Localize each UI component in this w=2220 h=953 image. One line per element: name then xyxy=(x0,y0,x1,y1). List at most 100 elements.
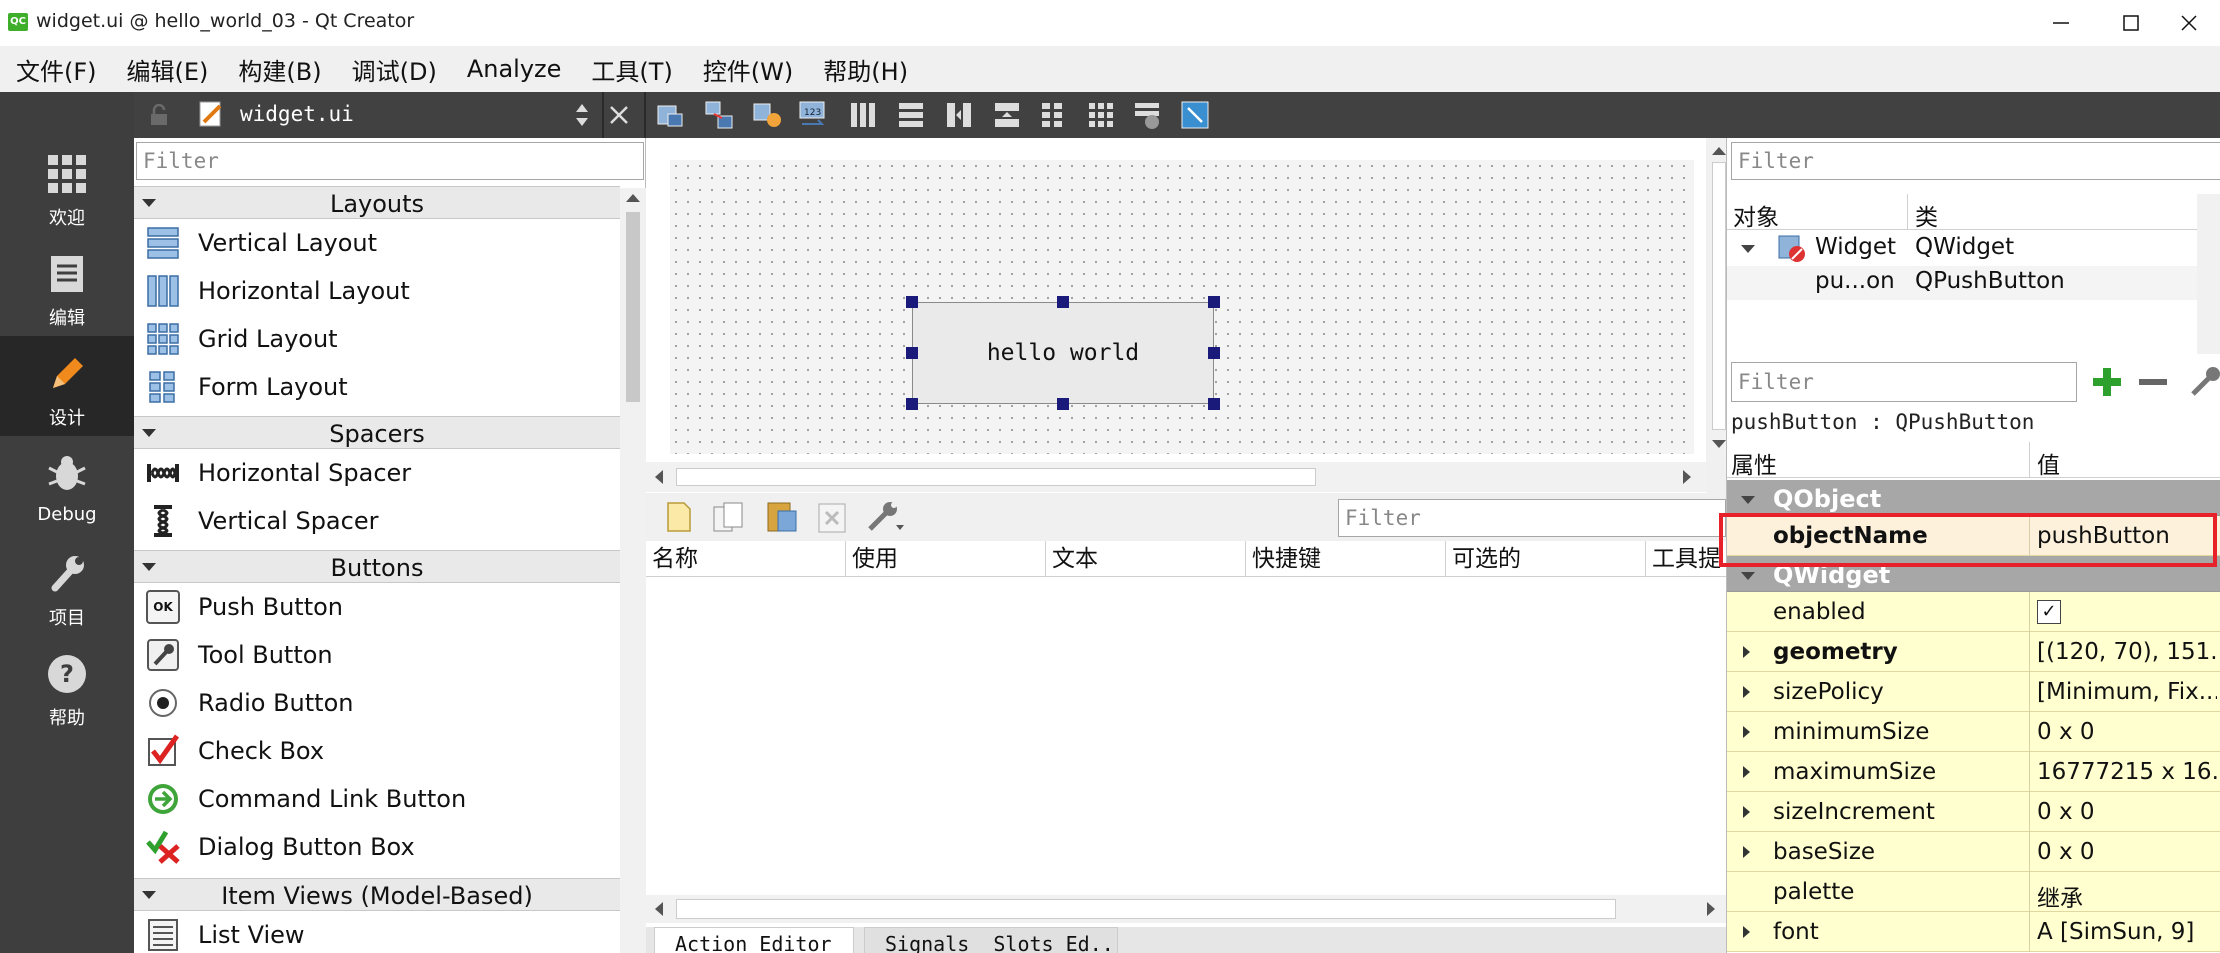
menu-tools[interactable]: 工具(T) xyxy=(591,52,672,87)
category-item-views[interactable]: Item Views (Model-Based) xyxy=(134,878,620,911)
scrollbar-thumb[interactable] xyxy=(626,212,640,402)
edit-buddies-icon[interactable] xyxy=(752,100,782,130)
column-header[interactable]: 文本 xyxy=(1046,541,1246,577)
widget-form-layout[interactable]: Form Layout xyxy=(134,363,620,411)
close-document-button[interactable] xyxy=(608,104,630,126)
widget-horizontal-spacer[interactable]: Horizontal Spacer xyxy=(134,449,620,497)
mode-projects[interactable]: 项目 xyxy=(0,536,134,636)
layout-horizontally-icon[interactable] xyxy=(848,100,878,130)
mode-design[interactable]: 设计 xyxy=(0,336,134,436)
category-spacers[interactable]: Spacers xyxy=(134,416,620,449)
expand-arrow-icon[interactable] xyxy=(1743,766,1750,778)
widget-filter-input[interactable]: Filter xyxy=(136,142,644,180)
object-inspector-scrollbar[interactable] xyxy=(2197,194,2220,354)
property-value[interactable]: 继承 xyxy=(2037,879,2217,913)
scroll-right-arrow-icon[interactable] xyxy=(1700,895,1720,923)
column-object[interactable]: 对象 xyxy=(1733,198,1779,232)
widget-command-link-button[interactable]: Command Link Button xyxy=(134,775,620,823)
widget-grid-layout[interactable]: Grid Layout xyxy=(134,315,620,363)
widget-vertical-spacer[interactable]: Vertical Spacer xyxy=(134,497,620,545)
property-row-geometry[interactable]: geometry [(120, 70), 151... xyxy=(1727,632,2220,672)
property-value[interactable]: 16777215 x 16... xyxy=(2037,759,2217,785)
new-action-icon[interactable] xyxy=(666,501,692,533)
expand-arrow-icon[interactable] xyxy=(1743,806,1750,818)
menu-debug[interactable]: 调试(D) xyxy=(352,52,437,87)
expand-arrow-icon[interactable] xyxy=(1743,926,1750,938)
widget-tool-button[interactable]: Tool Button xyxy=(134,631,620,679)
scrollbar-thumb[interactable] xyxy=(676,468,1316,486)
selection-handle[interactable] xyxy=(906,296,918,308)
menu-file[interactable]: 文件(F) xyxy=(16,52,97,87)
widget-radio-button[interactable]: Radio Button xyxy=(134,679,620,727)
layout-form-icon[interactable] xyxy=(1038,100,1068,130)
property-row-palette[interactable]: palette 继承 xyxy=(1727,872,2220,912)
widget-check-box[interactable]: Check Box xyxy=(134,727,620,775)
expand-arrow-icon[interactable] xyxy=(1743,646,1750,658)
widget-push-button[interactable]: OK Push Button xyxy=(134,583,620,631)
layout-horizontal-splitter-icon[interactable] xyxy=(944,100,974,130)
scroll-up-arrow-icon[interactable] xyxy=(620,188,646,208)
property-value[interactable]: 0 x 0 xyxy=(2037,719,2217,745)
open-document-name[interactable]: widget.ui xyxy=(240,102,354,126)
property-value[interactable]: A [SimSun, 9] xyxy=(2037,919,2217,945)
expand-arrow-icon[interactable] xyxy=(1743,686,1750,698)
scroll-left-arrow-icon[interactable] xyxy=(650,895,670,923)
maximize-button[interactable] xyxy=(2100,0,2162,46)
tab-action-editor[interactable]: Action Editor xyxy=(654,927,854,953)
document-switch-arrows-icon[interactable] xyxy=(574,102,590,128)
configure-action-icon[interactable] xyxy=(866,499,906,533)
tab-signals-slots-editor[interactable]: Signals _Slots Ed... xyxy=(864,927,1118,953)
scrollbar-thumb[interactable] xyxy=(676,899,1616,919)
property-value[interactable]: [Minimum, Fix... xyxy=(2037,679,2217,705)
property-value[interactable]: 0 x 0 xyxy=(2037,839,2217,865)
mode-debug[interactable]: Debug xyxy=(0,436,134,536)
column-header[interactable]: 快捷键 xyxy=(1246,541,1446,577)
property-row-basesize[interactable]: baseSize 0 x 0 xyxy=(1727,832,2220,872)
selection-handle[interactable] xyxy=(1057,296,1069,308)
expand-arrow-icon[interactable] xyxy=(1741,245,1755,253)
remove-dynamic-property-button[interactable] xyxy=(2135,366,2171,398)
column-value[interactable]: 值 xyxy=(2037,446,2060,480)
property-value[interactable]: [(120, 70), 151... xyxy=(2037,639,2217,665)
scrollbar-thumb[interactable] xyxy=(1712,162,1726,430)
column-class[interactable]: 类 xyxy=(1915,198,1938,232)
category-buttons[interactable]: Buttons xyxy=(134,550,620,583)
menu-build[interactable]: 构建(B) xyxy=(238,52,321,87)
column-header[interactable]: 名称 xyxy=(646,541,846,577)
scroll-right-arrow-icon[interactable] xyxy=(1676,462,1696,492)
property-row-font[interactable]: font A [SimSun, 9] xyxy=(1727,912,2220,952)
adjust-size-icon[interactable] xyxy=(1180,100,1210,130)
property-row-maximumsize[interactable]: maximumSize 16777215 x 16... xyxy=(1727,752,2220,792)
canvas-horizontal-scrollbar[interactable] xyxy=(646,462,1706,492)
menu-edit[interactable]: 编辑(E) xyxy=(127,52,209,87)
enabled-checkbox[interactable]: ✓ xyxy=(2037,600,2061,624)
widget-list-view[interactable]: List View xyxy=(134,911,620,953)
edit-tab-order-icon[interactable]: 123 xyxy=(798,100,828,130)
add-dynamic-property-button[interactable] xyxy=(2089,366,2125,398)
close-window-button[interactable] xyxy=(2158,0,2220,46)
widget-dialog-button-box[interactable]: Dialog Button Box xyxy=(134,823,620,871)
property-value[interactable]: 0 x 0 xyxy=(2037,799,2217,825)
object-row-pushbutton[interactable]: pu...on QPushButton xyxy=(1727,266,2197,300)
property-filter-input[interactable]: Filter xyxy=(1731,362,2077,402)
widget-horizontal-layout[interactable]: Horizontal Layout xyxy=(134,267,620,315)
break-layout-icon[interactable] xyxy=(1132,100,1162,130)
edit-signals-slots-icon[interactable] xyxy=(704,100,734,130)
column-property[interactable]: 属性 xyxy=(1731,446,1777,480)
layout-grid-icon[interactable] xyxy=(1086,100,1116,130)
column-header[interactable]: 可选的 xyxy=(1446,541,1646,577)
property-row-enabled[interactable]: enabled ✓ xyxy=(1727,592,2220,632)
object-row-widget[interactable]: Widget QWidget xyxy=(1727,232,2197,266)
action-table-horizontal-scrollbar[interactable] xyxy=(646,895,1726,923)
minimize-button[interactable] xyxy=(2030,0,2092,46)
selection-handle[interactable] xyxy=(1208,347,1220,359)
selection-handle[interactable] xyxy=(1057,398,1069,410)
property-row-minimumsize[interactable]: minimumSize 0 x 0 xyxy=(1727,712,2220,752)
expand-arrow-icon[interactable] xyxy=(1743,726,1750,738)
menu-widgets[interactable]: 控件(W) xyxy=(703,52,793,87)
layout-vertical-splitter-icon[interactable] xyxy=(992,100,1022,130)
selection-handle[interactable] xyxy=(1208,296,1220,308)
expand-arrow-icon[interactable] xyxy=(1743,846,1750,858)
delete-action-icon[interactable] xyxy=(816,501,848,533)
edit-widgets-icon[interactable] xyxy=(656,100,686,130)
